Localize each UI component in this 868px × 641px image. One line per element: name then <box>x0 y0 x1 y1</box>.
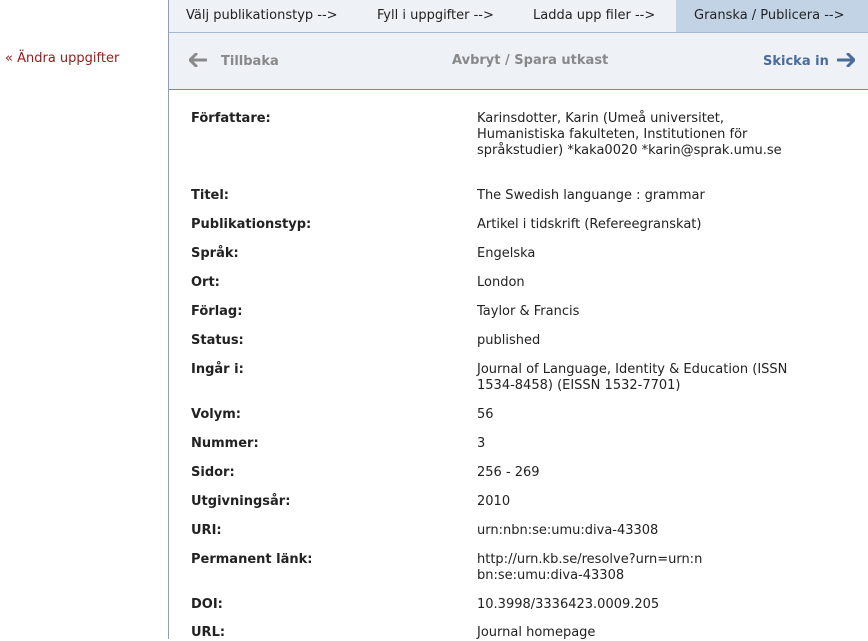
back-button[interactable]: Tillbaka <box>188 52 279 71</box>
submit-button[interactable]: Skicka in <box>763 52 856 71</box>
field-label: Utgivningsår: <box>191 494 291 509</box>
submit-button-label: Skicka in <box>763 54 829 69</box>
wizard-steps: Välj publikationstyp --> Fyll i uppgifte… <box>169 0 868 33</box>
step-review-publish[interactable]: Granska / Publicera --> <box>676 0 868 32</box>
action-bar: Tillbaka Avbryt / Spara utkast Skicka in <box>169 33 868 90</box>
field-value: 2010 <box>477 494 511 509</box>
field-label: Publikationstyp: <box>191 217 312 232</box>
back-button-label: Tillbaka <box>221 54 279 69</box>
field-value: Artikel i tidskrift (Refereegranskat) <box>477 217 702 232</box>
field-label: Ingår i: <box>191 362 244 377</box>
field-label: Språk: <box>191 246 239 261</box>
permanent-link[interactable]: http://urn.kb.se/resolve?urn=urn:nbn:se:… <box>477 552 707 584</box>
field-label: Förlag: <box>191 304 243 319</box>
arrow-left-icon <box>188 52 208 71</box>
field-label: Sidor: <box>191 465 235 480</box>
main-panel: Välj publikationstyp --> Fyll i uppgifte… <box>168 0 868 640</box>
field-label: Permanent länk: <box>191 552 313 567</box>
field-label: Titel: <box>191 188 230 203</box>
field-label: Volym: <box>191 407 241 422</box>
field-value: 3 <box>477 436 486 451</box>
field-label: Nummer: <box>191 436 259 451</box>
left-column: « Ändra uppgifter <box>0 0 168 639</box>
field-value: 10.3998/3336423.0009.205 <box>477 597 660 612</box>
field-label: URI: <box>191 523 222 538</box>
field-value: 256 - 269 <box>477 465 540 480</box>
arrow-right-icon <box>836 52 856 71</box>
field-value: published <box>477 333 541 348</box>
change-details-link[interactable]: « Ändra uppgifter <box>5 51 119 66</box>
field-value: The Swedish languange : grammar <box>477 188 705 203</box>
field-value: Engelska <box>477 246 536 261</box>
field-value: Taylor & Francis <box>477 304 580 319</box>
field-label: DOI: <box>191 597 223 612</box>
field-value: Journal of Language, Identity & Educatio… <box>477 362 788 393</box>
field-label: URL: <box>191 625 226 640</box>
field-label: Författare: <box>191 111 271 126</box>
step-choose-type[interactable]: Välj publikationstyp --> <box>186 0 338 32</box>
field-label: Ort: <box>191 275 220 290</box>
field-value: 56 <box>477 407 494 422</box>
field-label: Status: <box>191 333 244 348</box>
step-fill-details[interactable]: Fyll i uppgifter --> <box>377 0 494 32</box>
cancel-save-draft-button[interactable]: Avbryt / Spara utkast <box>452 53 608 68</box>
field-value: London <box>477 275 525 290</box>
step-upload-files[interactable]: Ladda upp filer --> <box>533 0 655 32</box>
field-value: Karinsdotter, Karin (Umeå universitet, H… <box>477 111 782 158</box>
field-value: urn:nbn:se:umu:diva-43308 <box>477 523 659 538</box>
